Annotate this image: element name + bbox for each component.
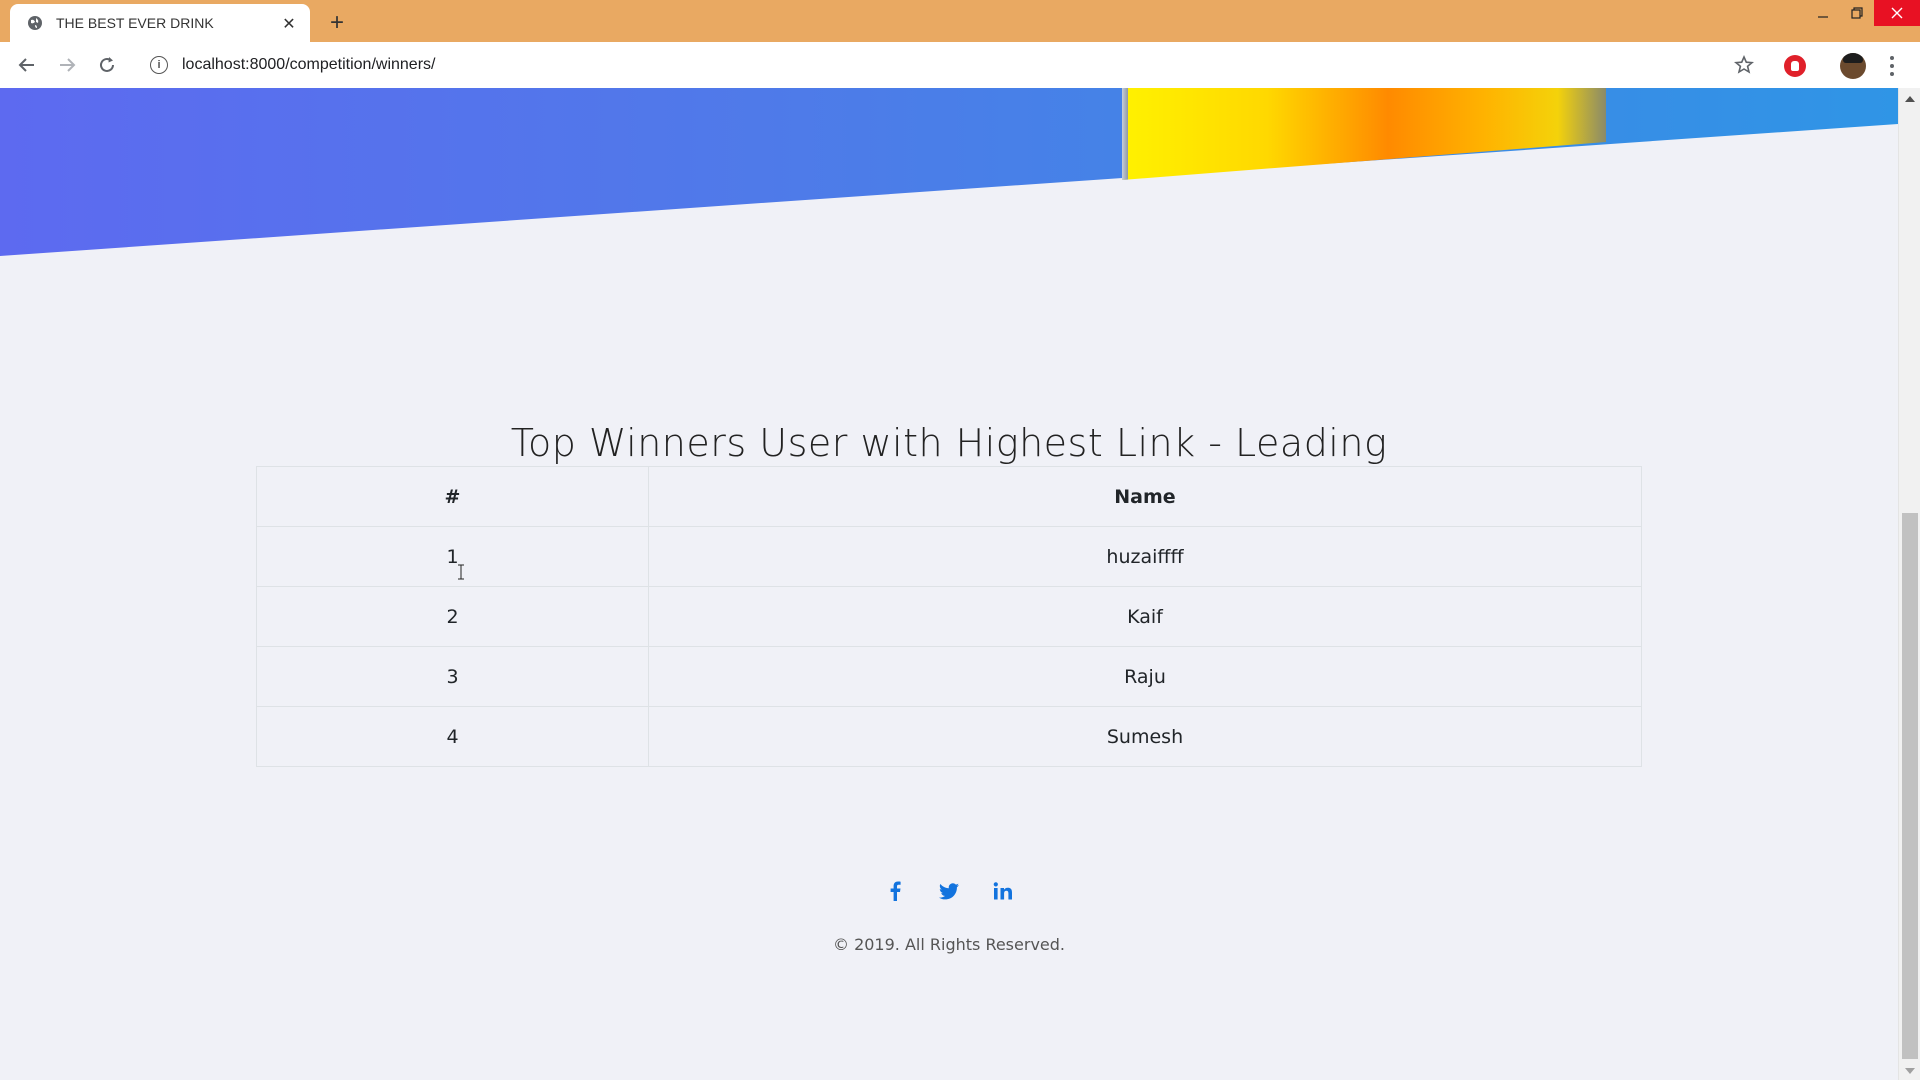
text-cursor-icon	[458, 564, 464, 580]
page-viewport: Top Winners User with Highest Link - Lea…	[0, 88, 1898, 1080]
facebook-icon[interactable]	[884, 880, 906, 902]
name-cell: Sumesh	[648, 706, 1642, 767]
twitter-icon[interactable]	[938, 880, 960, 902]
browser-tab[interactable]: THE BEST EVER DRINK ✕	[10, 4, 310, 42]
name-column-header: Name	[648, 466, 1642, 527]
bookmark-star-icon[interactable]	[1733, 55, 1755, 79]
profile-avatar[interactable]	[1840, 53, 1866, 79]
rank-cell: 1	[256, 526, 649, 587]
linkedin-icon[interactable]	[992, 880, 1014, 902]
scroll-up-arrow-icon[interactable]	[1905, 96, 1915, 102]
rank-column-header: #	[256, 466, 649, 527]
back-arrow-icon[interactable]	[12, 50, 42, 80]
browser-menu-icon[interactable]	[1884, 54, 1900, 78]
table-row: 2 Kaif	[256, 586, 1642, 647]
table-row: 3 Raju	[256, 646, 1642, 707]
name-cell: Raju	[648, 646, 1642, 707]
name-cell: Kaif	[648, 586, 1642, 647]
winners-table: # Name 1 huzaiffff 2 Kaif 3 Raju 4 Sumes…	[256, 466, 1642, 767]
hero-drink-image	[1122, 88, 1606, 180]
globe-icon	[26, 14, 44, 32]
scrollbar-thumb[interactable]	[1902, 513, 1918, 1059]
name-cell: huzaiffff	[648, 526, 1642, 587]
adblock-extension-icon[interactable]	[1784, 55, 1806, 77]
scroll-down-arrow-icon[interactable]	[1905, 1068, 1915, 1074]
address-bar[interactable]: i localhost:8000/competition/winners/	[138, 48, 1768, 82]
page-title: Top Winners User with Highest Link - Lea…	[510, 421, 1388, 466]
rank-cell: 4	[256, 706, 649, 767]
minimize-button[interactable]	[1806, 0, 1840, 26]
reload-icon[interactable]	[92, 50, 122, 80]
rank-cell: 3	[256, 646, 649, 707]
copyright-text: © 2019. All Rights Reserved.	[832, 935, 1065, 954]
tab-close-button[interactable]: ✕	[278, 12, 300, 34]
forward-arrow-icon[interactable]	[52, 50, 82, 80]
info-icon[interactable]: i	[150, 56, 168, 74]
close-window-button[interactable]	[1874, 0, 1920, 26]
hero-banner	[0, 88, 1898, 256]
new-tab-button[interactable]: +	[324, 9, 350, 36]
table-header-row: # Name	[256, 466, 1642, 527]
social-links	[0, 880, 1898, 902]
restore-button[interactable]	[1840, 0, 1874, 26]
browser-titlebar: THE BEST EVER DRINK ✕ +	[0, 0, 1920, 42]
browser-toolbar: i localhost:8000/competition/winners/	[0, 42, 1920, 89]
url-text[interactable]: localhost:8000/competition/winners/	[182, 56, 435, 74]
table-row: 4 Sumesh	[256, 706, 1642, 767]
tab-title: THE BEST EVER DRINK	[56, 15, 214, 31]
window-controls	[1806, 0, 1920, 30]
rank-cell: 2	[256, 586, 649, 647]
page-scrollbar[interactable]	[1898, 88, 1920, 1080]
